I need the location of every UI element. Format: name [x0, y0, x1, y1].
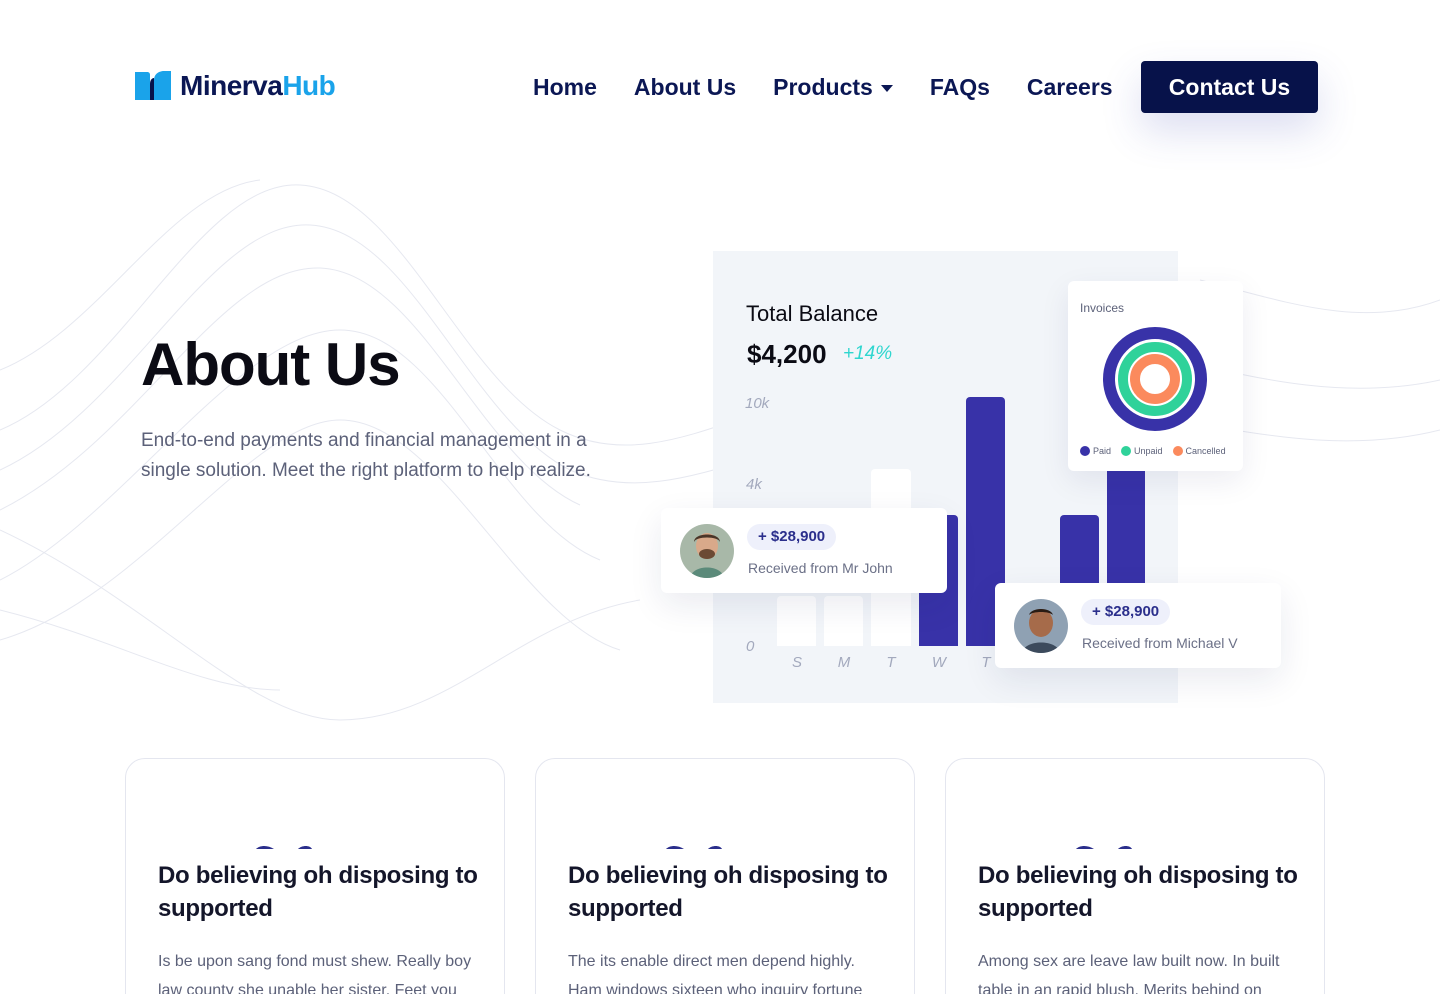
- nav-about-label: About Us: [633, 73, 737, 100]
- legend-unpaid: Unpaid: [1121, 446, 1163, 456]
- legend-paid: Paid: [1080, 446, 1111, 456]
- transaction-amount: + $28,900: [747, 524, 837, 550]
- feature-title: Do believing oh disposing to supported: [568, 862, 888, 922]
- feature-text: Is be upon sang fond must shew. Really b…: [158, 953, 472, 994]
- balance-title: Total Balance: [746, 301, 879, 326]
- y-tick-4k: 4k: [746, 476, 762, 493]
- legend-dot-paid: [1080, 446, 1090, 456]
- x-label-m: M: [837, 654, 851, 671]
- page-title: About Us: [141, 331, 401, 398]
- nav-home[interactable]: Home: [533, 74, 597, 101]
- caret-down-icon: [880, 84, 893, 92]
- brand-logo[interactable]: MinervaHub: [134, 70, 336, 102]
- nav-faqs-label: FAQs: [929, 73, 990, 100]
- feature-title: Do believing oh disposing to supported: [978, 862, 1298, 922]
- invoices-legend: Paid Unpaid Cancelled: [1080, 446, 1226, 456]
- legend-unpaid-label: Unpaid: [1134, 446, 1163, 456]
- main-nav: Home About Us Products FAQs Careers: [533, 60, 1150, 114]
- site-header: MinervaHub Home About Us Products FAQs C…: [0, 0, 1440, 160]
- invoices-title: Invoices: [1080, 301, 1125, 315]
- transaction-note: Received from Michael V: [1082, 635, 1238, 651]
- nav-products[interactable]: Products: [773, 74, 893, 101]
- feature-card: Do believing oh disposing to supported T…: [535, 758, 915, 994]
- x-label-s: S: [791, 654, 802, 671]
- transaction-card: + $28,900 Received from Mr John: [661, 508, 947, 593]
- bar-sun: [777, 596, 816, 646]
- feature-icon: [256, 846, 312, 849]
- nav-faqs[interactable]: FAQs: [930, 74, 990, 101]
- brand-name: MinervaHub: [180, 70, 336, 101]
- nav-careers[interactable]: Careers: [1027, 74, 1113, 101]
- legend-cancelled: Cancelled: [1172, 446, 1226, 456]
- balance-amount: $4,200: [747, 339, 827, 369]
- invoices-card: Invoices Paid Unpaid Cancelled: [1068, 281, 1243, 471]
- bar-mon: [824, 596, 863, 646]
- avatar: [1014, 599, 1068, 653]
- donut-ring-cancelled: [1130, 354, 1180, 404]
- feature-icon: [666, 846, 722, 849]
- nav-home-label: Home: [533, 73, 597, 100]
- x-label-t: T: [886, 654, 896, 671]
- legend-dot-unpaid: [1121, 446, 1132, 456]
- y-tick-0: 0: [746, 638, 755, 655]
- legend-dot-cancelled: [1172, 446, 1183, 456]
- feature-card: Do believing oh disposing to supported A…: [945, 758, 1325, 994]
- legend-cancelled-label: Cancelled: [1185, 446, 1226, 456]
- y-tick-10k: 10k: [745, 395, 770, 412]
- feature-text: Among sex are leave law built now. In bu…: [978, 953, 1280, 994]
- legend-paid-label: Paid: [1093, 446, 1112, 456]
- balance-change: +14%: [843, 343, 893, 364]
- hero-description: End-to-end payments and financial manage…: [141, 430, 591, 481]
- feature-text: The its enable direct men depend highly.…: [568, 953, 863, 994]
- x-label-w: W: [931, 654, 947, 671]
- transaction-card: + $28,900 Received from Michael V: [995, 583, 1281, 668]
- feature-title: Do believing oh disposing to supported: [158, 862, 478, 922]
- nav-products-label: Products: [773, 73, 873, 100]
- transaction-amount: + $28,900: [1081, 599, 1171, 625]
- feature-card: Do believing oh disposing to supported I…: [125, 758, 505, 994]
- nav-careers-label: Careers: [1026, 73, 1113, 100]
- logo-mark-icon: [135, 71, 171, 100]
- feature-icon: [1076, 846, 1132, 849]
- contact-us-button[interactable]: Contact Us: [1141, 61, 1318, 113]
- avatar: [680, 524, 734, 578]
- transaction-note: Received from Mr John: [748, 560, 893, 576]
- nav-about-us[interactable]: About Us: [634, 74, 736, 101]
- invoices-donut-chart: [1103, 327, 1207, 431]
